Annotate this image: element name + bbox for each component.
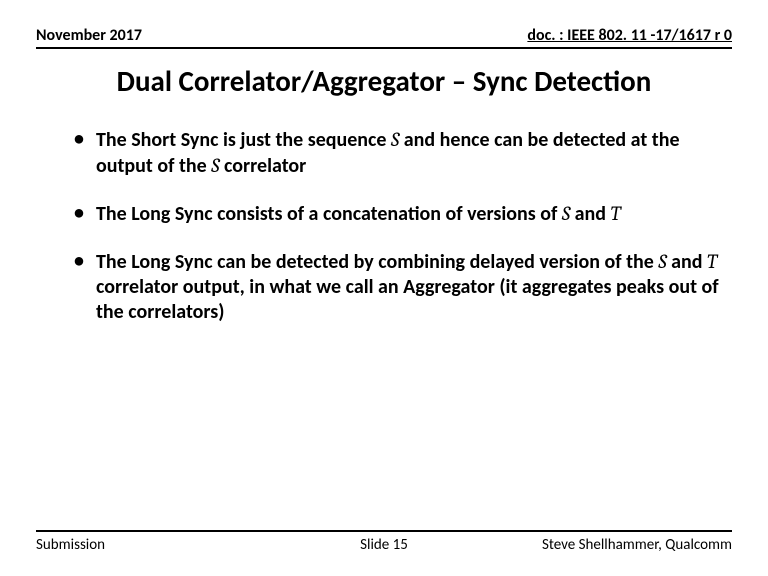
math-symbol: S <box>562 202 570 225</box>
bullet-text: The Long Sync can be detected by combini… <box>96 250 658 274</box>
list-item: The Short Sync is just the sequence S an… <box>74 127 732 179</box>
bullet-text: and <box>570 202 610 226</box>
list-item: The Long Sync can be detected by combini… <box>74 249 732 325</box>
footer-rule <box>36 530 732 532</box>
bullet-text: The Long Sync consists of a concatenatio… <box>96 202 562 226</box>
header-row: November 2017 doc. : IEEE 802. 11 -17/16… <box>36 26 732 47</box>
bullet-text: correlator output, in what we call an Ag… <box>96 275 719 324</box>
footer-right: Steve Shellhammer, Qualcomm <box>408 536 732 554</box>
slide: November 2017 doc. : IEEE 802. 11 -17/16… <box>0 0 768 576</box>
math-symbol: S <box>658 250 666 273</box>
bullet-text: and <box>667 250 707 274</box>
footer-row: Submission Slide 15 Steve Shellhammer, Q… <box>36 536 732 554</box>
page-title: Dual Correlator/Aggregator – Sync Detect… <box>36 63 732 99</box>
header-rule <box>36 47 732 49</box>
bullet-text: correlator <box>219 154 306 178</box>
math-symbol: T <box>611 202 621 225</box>
list-item: The Long Sync consists of a concatenatio… <box>74 201 732 227</box>
math-symbol: T <box>707 250 717 273</box>
footer-left: Submission <box>36 536 360 554</box>
header-doc-id: doc. : IEEE 802. 11 -17/1617 r 0 <box>527 26 732 45</box>
bullet-text: The Short Sync is just the sequence <box>96 128 391 152</box>
header-date: November 2017 <box>36 26 142 45</box>
footer: Submission Slide 15 Steve Shellhammer, Q… <box>36 530 732 554</box>
footer-center: Slide 15 <box>360 536 408 554</box>
bullet-list: The Short Sync is just the sequence S an… <box>36 127 732 325</box>
